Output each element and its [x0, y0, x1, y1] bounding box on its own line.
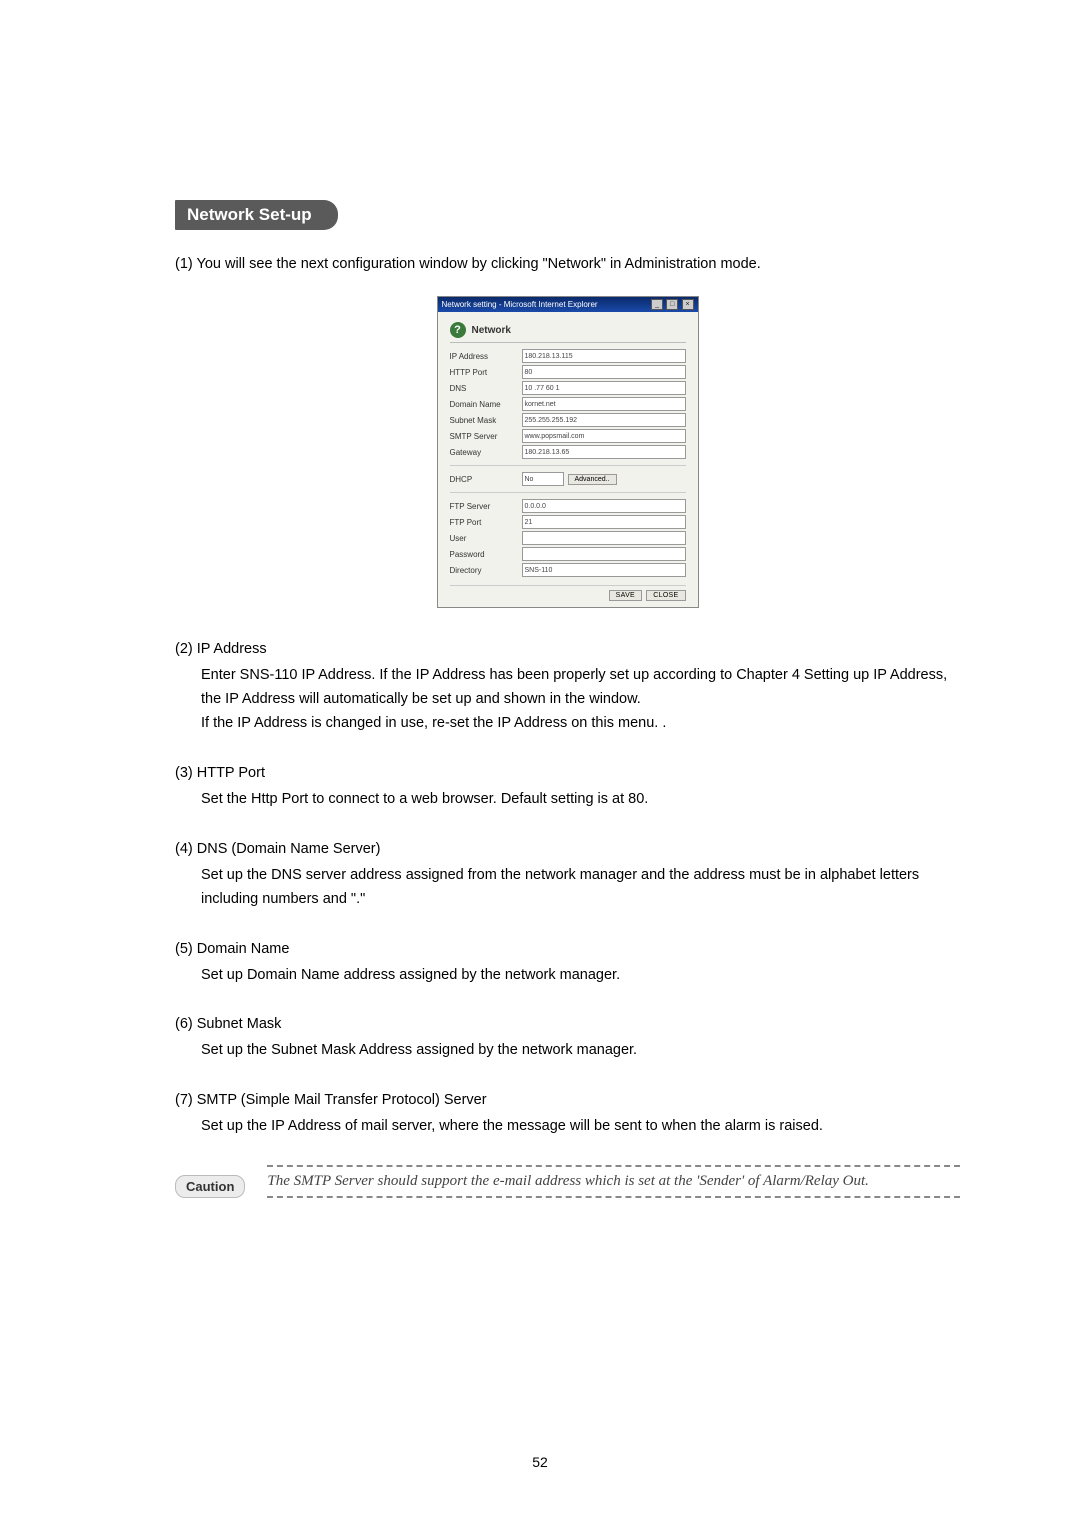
- field-group-2: FTP Server0.0.0.0FTP Port21UserPasswordD…: [450, 499, 686, 577]
- field-row: IP Address180.218.13.115: [450, 349, 686, 363]
- field-input[interactable]: 0.0.0.0: [522, 499, 686, 513]
- doc-section: (6) Subnet MaskSet up the Subnet Mask Ad…: [175, 1013, 960, 1063]
- divider: [450, 465, 686, 466]
- divider: [450, 492, 686, 493]
- field-row: HTTP Port80: [450, 365, 686, 379]
- doc-section: (3) HTTP PortSet the Http Port to connec…: [175, 762, 960, 812]
- field-input[interactable]: SNS-110: [522, 563, 686, 577]
- close-button[interactable]: CLOSE: [646, 590, 685, 601]
- sections: (2) IP AddressEnter SNS-110 IP Address. …: [175, 638, 960, 1139]
- page-number: 52: [0, 1454, 1080, 1470]
- field-row: FTP Port21: [450, 515, 686, 529]
- field-input[interactable]: 80: [522, 365, 686, 379]
- field-row: Subnet Mask255.255.255.192: [450, 413, 686, 427]
- field-group-1: IP Address180.218.13.115HTTP Port80DNS10…: [450, 349, 686, 459]
- section-body: Set up Domain Name address assigned by t…: [175, 964, 960, 988]
- field-label: HTTP Port: [450, 368, 522, 377]
- close-icon[interactable]: ×: [682, 299, 694, 310]
- field-row: SMTP Serverwww.popsmail.com: [450, 429, 686, 443]
- field-label: Domain Name: [450, 400, 522, 409]
- dhcp-label: DHCP: [450, 475, 522, 484]
- section-body: Set up the DNS server address assigned f…: [175, 864, 960, 912]
- field-label: DNS: [450, 384, 522, 393]
- field-input[interactable]: www.popsmail.com: [522, 429, 686, 443]
- intro-paragraph: (1) You will see the next configuration …: [175, 254, 960, 274]
- field-label: FTP Server: [450, 502, 522, 511]
- field-label: Gateway: [450, 448, 522, 457]
- field-row: DNS10 .77 60 1: [450, 381, 686, 395]
- doc-section: (2) IP AddressEnter SNS-110 IP Address. …: [175, 638, 960, 736]
- field-input[interactable]: [522, 547, 686, 561]
- field-row: Domain Namekornet.net: [450, 397, 686, 411]
- field-input[interactable]: [522, 531, 686, 545]
- window-title: Network setting - Microsoft Internet Exp…: [442, 300, 598, 309]
- section-body: Set up the IP Address of mail server, wh…: [175, 1115, 960, 1139]
- caution-row: Caution The SMTP Server should support t…: [175, 1165, 960, 1198]
- section-head: (6) Subnet Mask: [175, 1013, 960, 1037]
- field-input[interactable]: 180.218.13.115: [522, 349, 686, 363]
- field-label: Password: [450, 550, 522, 559]
- window-titlebar: Network setting - Microsoft Internet Exp…: [438, 297, 698, 312]
- field-input[interactable]: 255.255.255.192: [522, 413, 686, 427]
- field-label: Directory: [450, 566, 522, 575]
- field-label: SMTP Server: [450, 432, 522, 441]
- caution-badge: Caution: [175, 1175, 245, 1198]
- minimize-icon[interactable]: _: [651, 299, 663, 310]
- field-input[interactable]: 180.218.13.65: [522, 445, 686, 459]
- section-head: (3) HTTP Port: [175, 762, 960, 786]
- field-input[interactable]: 10 .77 60 1: [522, 381, 686, 395]
- section-body: Set the Http Port to connect to a web br…: [175, 788, 960, 812]
- field-label: IP Address: [450, 352, 522, 361]
- field-row: Gateway180.218.13.65: [450, 445, 686, 459]
- window-body: ? Network IP Address180.218.13.115HTTP P…: [438, 312, 698, 607]
- field-row: User: [450, 531, 686, 545]
- save-button[interactable]: SAVE: [609, 590, 642, 601]
- field-label: Subnet Mask: [450, 416, 522, 425]
- doc-section: (5) Domain NameSet up Domain Name addres…: [175, 938, 960, 988]
- field-row: Password: [450, 547, 686, 561]
- doc-section: (4) DNS (Domain Name Server)Set up the D…: [175, 838, 960, 912]
- help-icon[interactable]: ?: [450, 322, 466, 338]
- advanced-button[interactable]: Advanced..: [568, 474, 617, 485]
- screenshot-wrap: Network setting - Microsoft Internet Exp…: [175, 296, 960, 608]
- maximize-icon[interactable]: □: [666, 299, 678, 310]
- caution-text: The SMTP Server should support the e-mai…: [267, 1165, 960, 1198]
- field-row: DirectorySNS-110: [450, 563, 686, 577]
- document-page: Network Set-up (1) You will see the next…: [0, 0, 1080, 1528]
- field-row: FTP Server0.0.0.0: [450, 499, 686, 513]
- dhcp-row: DHCP No Advanced..: [450, 472, 686, 486]
- section-head: (7) SMTP (Simple Mail Transfer Protocol)…: [175, 1089, 960, 1113]
- dhcp-select[interactable]: No: [522, 472, 564, 486]
- section-body: Set up the Subnet Mask Address assigned …: [175, 1039, 960, 1063]
- window-buttons: SAVE CLOSE: [450, 585, 686, 599]
- doc-section: (7) SMTP (Simple Mail Transfer Protocol)…: [175, 1089, 960, 1139]
- window-controls: _ □ ×: [650, 299, 693, 310]
- panel-title: Network: [472, 325, 511, 336]
- ie-window: Network setting - Microsoft Internet Exp…: [437, 296, 699, 608]
- field-label: FTP Port: [450, 518, 522, 527]
- section-body: Enter SNS-110 IP Address. If the IP Addr…: [175, 664, 960, 736]
- field-input[interactable]: 21: [522, 515, 686, 529]
- field-label: User: [450, 534, 522, 543]
- field-input[interactable]: kornet.net: [522, 397, 686, 411]
- section-head: (5) Domain Name: [175, 938, 960, 962]
- section-head: (2) IP Address: [175, 638, 960, 662]
- panel-header: ? Network: [450, 322, 686, 343]
- section-head: (4) DNS (Domain Name Server): [175, 838, 960, 862]
- section-heading-pill: Network Set-up: [175, 200, 338, 230]
